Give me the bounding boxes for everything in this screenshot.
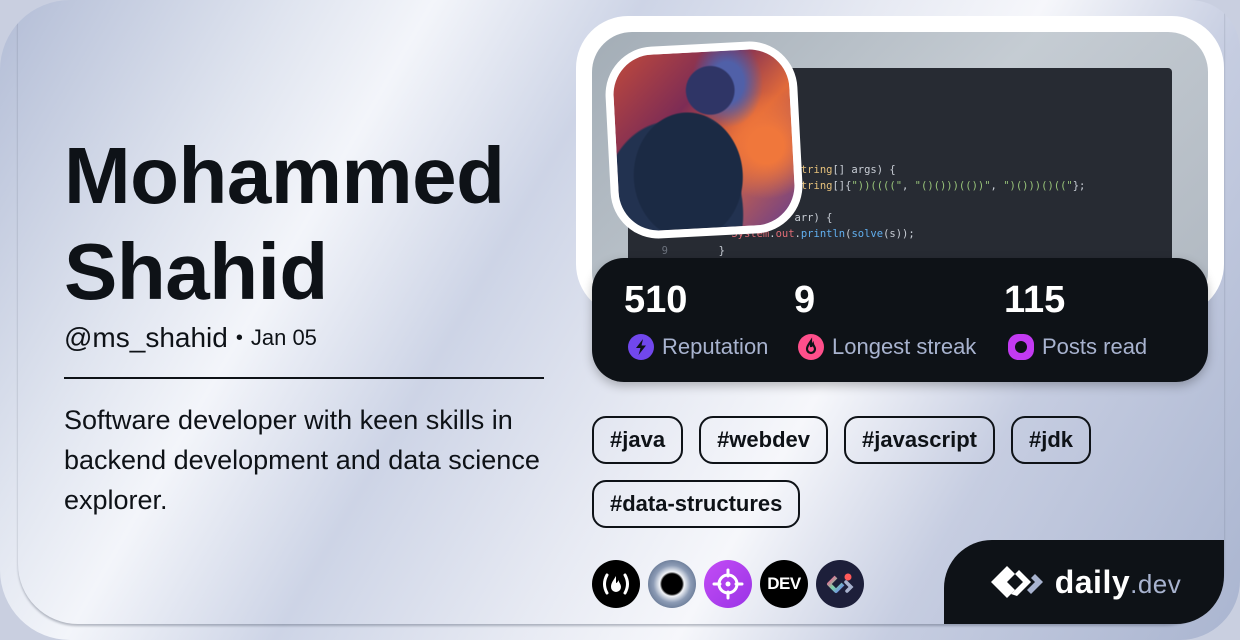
stat-reputation: 510 Reputation — [624, 276, 768, 360]
source-eclipse[interactable] — [648, 560, 696, 608]
stat-label: Reputation — [662, 334, 769, 359]
tag-list: #java #webdev #javascript #jdk #data-str… — [592, 416, 1132, 528]
tag-java[interactable]: #java — [592, 416, 684, 464]
avatar[interactable] — [603, 39, 805, 241]
profile-name: Mohammed Shahid — [64, 131, 505, 316]
code-line: 9 } — [661, 245, 725, 257]
flame-brackets-icon — [603, 573, 629, 595]
source-dev-to[interactable]: DEV — [760, 560, 808, 608]
stat-value: 9 — [794, 279, 816, 321]
daily-dev-logo-icon — [990, 566, 1043, 598]
profile-meta: @ms_shahid • Jan 05 — [64, 322, 317, 354]
crosshair-icon — [712, 568, 744, 600]
daily-dev-icon — [827, 573, 854, 593]
tag-data-structures[interactable]: #data-structures — [592, 480, 801, 528]
eye-ring-icon — [1008, 334, 1034, 360]
stat-value: 510 — [624, 279, 688, 321]
avatar-image — [611, 47, 797, 233]
stats-panel: 510 Reputation 9 Longest streak 115 Post… — [592, 258, 1208, 382]
stat-label: Posts read — [1042, 334, 1148, 359]
source-target[interactable] — [704, 560, 752, 608]
divider — [64, 377, 544, 379]
joined-date: Jan 05 — [250, 325, 317, 350]
profile-bio: Software developer with keen skills in b… — [64, 405, 540, 515]
source-list: DEV — [592, 560, 864, 608]
brand-badge[interactable]: daily.dev — [944, 540, 1224, 624]
flame-icon — [798, 334, 824, 360]
brand-name: daily.dev — [1054, 563, 1182, 600]
stat-label: Longest streak — [832, 334, 977, 359]
devcard: Mohammed Shahid @ms_shahid • Jan 05 Soft… — [0, 0, 1240, 640]
profile-handle[interactable]: @ms_shahid — [64, 322, 228, 354]
tag-javascript[interactable]: #javascript — [844, 416, 995, 464]
source-daily-dev-squad[interactable] — [816, 560, 864, 608]
stat-posts-read: 115 Posts read — [1004, 276, 1147, 360]
tag-webdev[interactable]: #webdev — [699, 416, 828, 464]
meta-separator: • — [235, 326, 243, 349]
tag-jdk[interactable]: #jdk — [1010, 416, 1091, 464]
source-freecodecamp[interactable] — [592, 560, 640, 608]
lightning-icon — [628, 334, 654, 360]
stat-value: 115 — [1004, 279, 1066, 321]
stat-longest-streak: 9 Longest streak — [794, 276, 976, 360]
dev-icon: DEV — [767, 574, 801, 593]
